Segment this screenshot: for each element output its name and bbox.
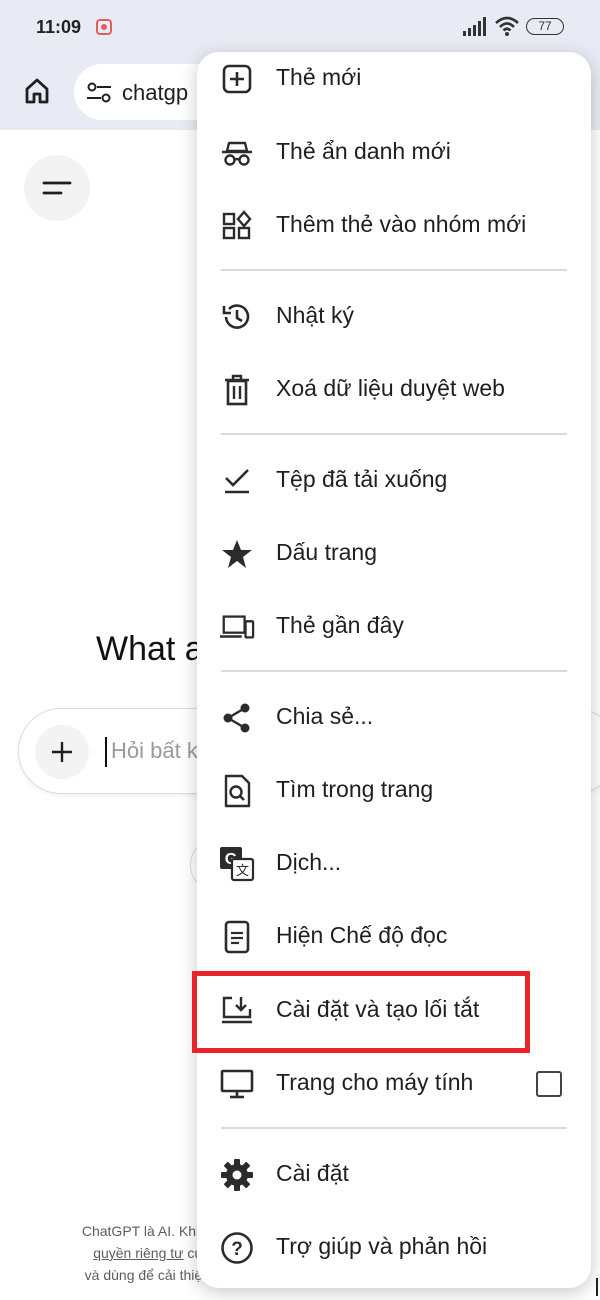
menu-item-label: Hiện Chế độ đọc — [276, 922, 448, 948]
svg-text:?: ? — [231, 1239, 243, 1260]
menu-item-clear-browsing-data[interactable]: Xoá dữ liệu duyệt web — [197, 358, 591, 422]
menu-item-label: Thẻ ẩn danh mới — [276, 138, 451, 164]
disclaimer-line-1: ChatGPT là AI. Khi s — [81, 1223, 210, 1239]
help-icon: ? — [219, 1230, 255, 1266]
reader-mode-icon — [219, 919, 255, 955]
menu-item-label: Tệp đã tải xuống — [276, 466, 448, 492]
hamburger-icon — [42, 181, 72, 195]
menu-item-share[interactable]: Chia sẻ... — [197, 686, 591, 750]
home-icon — [25, 78, 49, 104]
menu-item-add-tab-to-group[interactable]: Thêm thẻ vào nhóm mới — [197, 194, 591, 258]
history-icon — [219, 299, 255, 335]
cellular-signal-icon — [463, 17, 486, 36]
menu-divider — [221, 433, 567, 435]
trash-icon — [219, 372, 255, 408]
share-icon — [219, 700, 255, 736]
menu-divider — [221, 670, 567, 672]
menu-item-downloads[interactable]: Tệp đã tải xuống — [197, 449, 591, 513]
menu-item-reader-mode[interactable]: Hiện Chế độ đọc — [197, 905, 591, 969]
status-time: 11:09 — [36, 17, 82, 37]
home-button[interactable] — [18, 72, 56, 110]
downloads-icon — [219, 463, 255, 499]
menu-item-label: Trợ giúp và phản hồi — [276, 1233, 488, 1259]
privacy-link[interactable]: quyền riêng tư — [93, 1245, 183, 1261]
menu-item-new-tab[interactable]: Thẻ mới — [197, 52, 591, 111]
menu-item-help-feedback[interactable]: ? Trợ giúp và phản hồi — [197, 1216, 591, 1280]
menu-item-desktop-site[interactable]: Trang cho máy tính — [197, 1052, 591, 1116]
highlight-annotation-box — [192, 971, 530, 1053]
menu-item-label: Dịch... — [276, 849, 342, 875]
disclaimer-line-2: quyền riêng tư của — [30, 1242, 210, 1264]
status-bar: 11:09 77 — [0, 0, 600, 56]
star-icon — [219, 536, 255, 572]
translate-icon: G文 — [219, 846, 255, 882]
gear-icon — [219, 1157, 255, 1193]
page-heading: What a — [96, 630, 204, 668]
disclaimer-text: ChatGPT là AI. Khi s quyền riêng tư của … — [30, 1220, 210, 1286]
svg-text:文: 文 — [236, 864, 249, 879]
menu-item-label: Nhật ký — [276, 302, 354, 328]
text-cursor — [596, 1278, 598, 1296]
menu-item-label: Dấu trang — [276, 539, 378, 565]
screen-record-icon — [96, 19, 112, 35]
find-in-page-icon — [219, 773, 255, 809]
menu-item-label: Thẻ gần đây — [276, 612, 404, 638]
plus-icon — [52, 742, 72, 762]
menu-item-recent-tabs[interactable]: Thẻ gần đây — [197, 595, 591, 659]
menu-item-incognito[interactable]: Thẻ ẩn danh mới — [197, 121, 591, 185]
site-settings-icon[interactable] — [86, 82, 112, 104]
menu-divider — [221, 269, 567, 271]
menu-item-label: Chia sẻ... — [276, 703, 374, 729]
desktop-icon — [219, 1066, 255, 1102]
menu-item-label: Thêm thẻ vào nhóm mới — [276, 211, 527, 237]
menu-item-label: Tìm trong trang — [276, 776, 434, 802]
attach-button[interactable] — [35, 725, 89, 779]
menu-divider — [221, 1127, 567, 1129]
menu-item-label: Xoá dữ liệu duyệt web — [276, 375, 505, 401]
menu-item-find-in-page[interactable]: Tìm trong trang — [197, 759, 591, 823]
menu-item-translate[interactable]: G文 Dịch... — [197, 832, 591, 896]
menu-item-bookmarks[interactable]: Dấu trang — [197, 522, 591, 586]
disclaimer-line-3: và dùng để cải thiện — [84, 1267, 210, 1283]
new-tab-icon — [219, 61, 255, 97]
wifi-icon — [495, 16, 519, 36]
chat-input-placeholder: Hỏi bất k — [111, 738, 198, 763]
menu-item-settings[interactable]: Cài đặt — [197, 1143, 591, 1207]
text-caret — [105, 737, 107, 767]
incognito-icon — [219, 135, 255, 171]
menu-item-history[interactable]: Nhật ký — [197, 285, 591, 349]
tab-group-icon — [219, 208, 255, 244]
url-text: chatgp — [122, 80, 189, 105]
devices-icon — [219, 609, 255, 645]
menu-item-label: Cài đặt — [276, 1160, 349, 1186]
menu-item-label: Thẻ mới — [276, 64, 362, 90]
desktop-site-checkbox[interactable] — [536, 1071, 562, 1097]
sidebar-toggle-button[interactable] — [24, 155, 90, 221]
menu-item-label: Trang cho máy tính — [276, 1069, 474, 1095]
battery-indicator: 77 — [526, 18, 564, 35]
overflow-menu: Thẻ mới Thẻ ẩn danh mới Thêm thẻ vào nhó… — [197, 52, 591, 1288]
